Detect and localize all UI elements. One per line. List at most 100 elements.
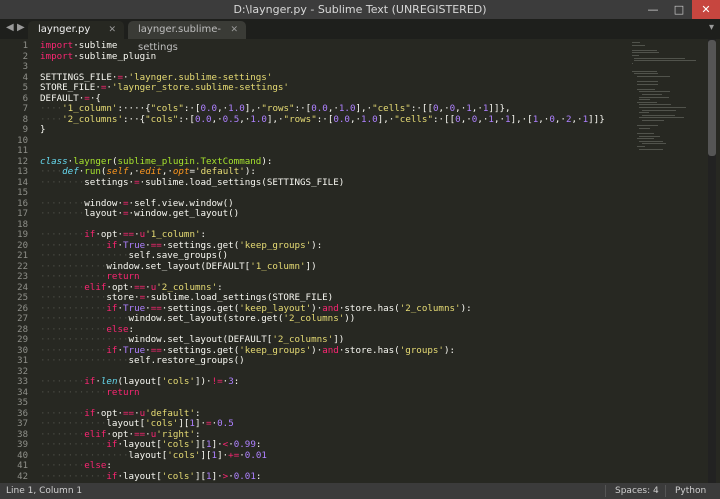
code-editor[interactable]: import·sublime import·sublime_plugin SETTI… xyxy=(40,39,630,483)
line-number: 34 xyxy=(17,387,28,398)
tab-laynger-sublime-settings[interactable]: laynger.sublime-settings ✕ xyxy=(128,21,246,53)
code-token: "cells" xyxy=(372,103,411,114)
code-token: store· xyxy=(106,292,140,303)
code-token: ],· xyxy=(377,113,395,125)
code-line[interactable]: ········layout·=·window.get_layout() xyxy=(40,208,239,220)
code-token: else xyxy=(106,323,129,335)
line-number: 25 xyxy=(17,293,28,303)
code-token: ·store.has( xyxy=(338,344,400,356)
code-token: ········ xyxy=(40,460,85,471)
code-token: == xyxy=(150,302,162,314)
code-token: True xyxy=(123,344,146,356)
code-token: 'cols' xyxy=(167,449,201,461)
minimap-line xyxy=(636,101,657,103)
code-token: else xyxy=(84,460,107,471)
title-bar[interactable]: D:\laynger.py - Sublime Text (UNREGISTER… xyxy=(0,0,720,19)
code-token: : xyxy=(194,407,201,419)
code-token: ,· xyxy=(477,113,489,125)
code-token: True xyxy=(123,239,146,251)
code-token: 'right' xyxy=(156,428,195,440)
minimap-line xyxy=(641,114,675,116)
line-number: 24 xyxy=(17,282,28,293)
code-line[interactable]: ····'2_columns':··{"cols":·[0.0,·0.5,·1.… xyxy=(40,113,605,126)
code-token: : xyxy=(194,428,201,440)
code-token: self.restore_groups() xyxy=(128,355,245,366)
tab-bar: ◀ ▶ laynger.py ✕ laynger.sublime-setting… xyxy=(0,19,720,53)
code-token: ············ xyxy=(40,323,107,335)
code-token: ·opt· xyxy=(95,407,124,419)
code-token: ············ xyxy=(40,239,107,251)
scrollbar-thumb[interactable] xyxy=(708,40,716,156)
code-token: layout· xyxy=(84,208,123,219)
minimap-line xyxy=(636,75,670,77)
code-token: ·layout[ xyxy=(117,439,162,450)
code-line[interactable]: ········settings·=·sublime.load_settings… xyxy=(40,176,344,189)
minimap-line xyxy=(632,62,633,64)
code-token: == xyxy=(150,239,162,251)
line-number: 15 xyxy=(17,188,28,198)
code-token: ,· xyxy=(538,113,550,125)
code-line[interactable]: } xyxy=(40,124,46,136)
line-number: 21 xyxy=(17,251,28,261)
code-token: ,· xyxy=(211,113,223,125)
line-number: 4 xyxy=(22,72,28,83)
minimize-button[interactable]: — xyxy=(640,0,666,19)
tab-menu-icon[interactable]: ▾ xyxy=(709,22,714,33)
code-token: 0.01 xyxy=(244,449,267,461)
code-token: 'keep_groups' xyxy=(239,344,312,356)
syntax-selector[interactable]: Python xyxy=(675,483,706,499)
code-token: : xyxy=(255,470,262,482)
line-number: 14 xyxy=(17,177,28,188)
tab-prev-icon[interactable]: ◀ xyxy=(6,22,14,33)
minimap-line xyxy=(641,109,676,111)
code-token: ,· xyxy=(554,113,566,125)
tab-laynger-py[interactable]: laynger.py ✕ xyxy=(28,21,124,39)
line-number-gutter[interactable]: 1 2 3 4 5 6 7 8 9 10 11 12 13 14 15 16 17 18 19 20 21 22 23 24 2… xyxy=(0,39,34,483)
tab-close-icon[interactable]: ✕ xyxy=(108,21,116,39)
code-line[interactable]: ············return xyxy=(40,386,140,399)
code-token: ][ xyxy=(194,439,207,450)
code-token: ········ xyxy=(40,208,85,219)
tab-next-icon[interactable]: ▶ xyxy=(17,22,25,33)
code-token: 'cols' xyxy=(145,418,179,429)
line-number: 13 xyxy=(17,167,28,177)
minimap-line xyxy=(641,143,667,145)
code-token: ············ xyxy=(40,386,107,398)
code-token: ·self.view.window() xyxy=(128,197,234,209)
line-number: 6 xyxy=(22,93,28,104)
code-token: :··{ xyxy=(123,113,146,125)
code-token: ,· xyxy=(349,113,362,125)
code-token: 0.01 xyxy=(233,470,256,482)
minimap-line xyxy=(634,73,658,75)
minimap-line xyxy=(639,99,650,101)
code-token: ): xyxy=(311,239,323,251)
code-token: += xyxy=(228,449,240,461)
minimap-line xyxy=(636,83,659,85)
code-token: ,· xyxy=(455,103,467,114)
code-token: len xyxy=(100,376,118,387)
maximize-button[interactable]: □ xyxy=(666,0,692,19)
line-number: 30 xyxy=(17,345,28,356)
minimap-line xyxy=(636,146,645,147)
code-token: self xyxy=(106,166,129,177)
code-token: ],· xyxy=(266,113,284,125)
indentation-setting[interactable]: Spaces: 4 xyxy=(615,483,659,499)
code-line[interactable]: import·sublime_plugin xyxy=(40,51,156,63)
code-token: ]· xyxy=(211,439,223,450)
minimap[interactable] xyxy=(632,39,708,199)
code-token: import xyxy=(40,40,74,51)
code-token: ···· xyxy=(40,103,63,114)
tab-close-icon[interactable]: ✕ xyxy=(230,21,238,39)
code-token: ········ xyxy=(40,176,85,188)
line-number: 20 xyxy=(17,240,28,251)
code-token: ,· xyxy=(571,113,583,125)
code-token: ·settings.get( xyxy=(161,344,240,356)
status-bar: Line 1, Column 1 Spaces: 4 Python xyxy=(0,483,720,499)
code-line[interactable]: ················self.restore_groups() xyxy=(40,355,245,367)
code-token: ]) xyxy=(333,334,345,345)
close-button[interactable]: ✕ xyxy=(692,0,720,19)
code-token: ,· xyxy=(161,166,173,177)
code-token: '2_columns' xyxy=(272,334,334,345)
code-token: ],· xyxy=(355,103,373,114)
code-line[interactable]: ············if·layout['cols'][1]·>·0.01: xyxy=(40,470,262,483)
